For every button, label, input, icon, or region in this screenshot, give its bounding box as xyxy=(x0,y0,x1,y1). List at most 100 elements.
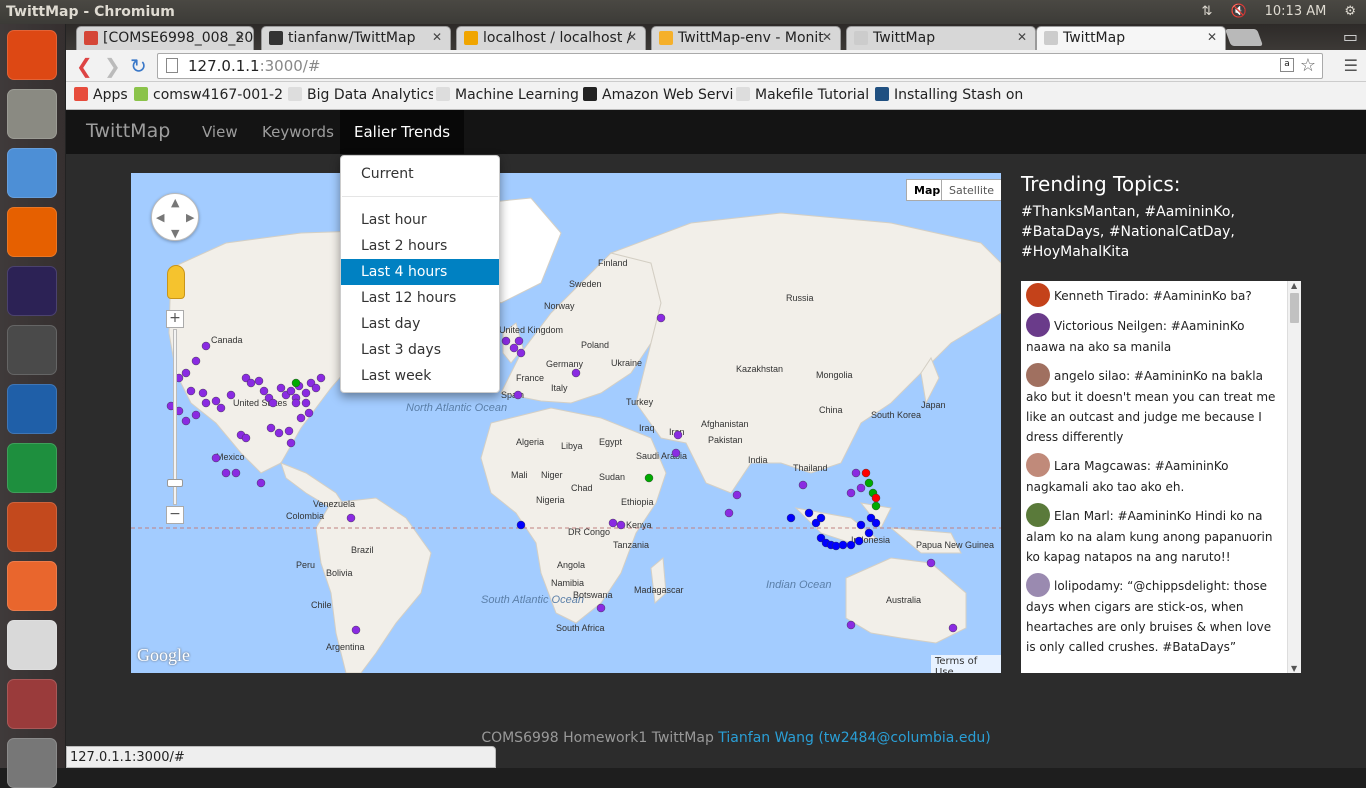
pan-right-icon[interactable]: ▶ xyxy=(186,211,194,224)
tweet-marker[interactable] xyxy=(644,473,654,483)
browser-tab[interactable]: tianfanw/TwittMap ✕ xyxy=(261,26,451,50)
tweet-marker[interactable] xyxy=(786,513,796,523)
tweet-marker[interactable] xyxy=(501,336,511,346)
tweet-marker[interactable] xyxy=(616,520,626,530)
tweet-marker[interactable] xyxy=(673,430,683,440)
tweet-marker[interactable] xyxy=(316,373,326,383)
tweet-marker[interactable] xyxy=(516,520,526,530)
settings-gear-icon[interactable]: ⚙ xyxy=(1344,4,1356,19)
browser-tab[interactable]: TwittMap-env - Monit ✕ xyxy=(651,26,841,50)
dropdown-item[interactable]: Last week xyxy=(341,363,499,389)
nav-view[interactable]: View xyxy=(202,123,238,141)
tweet-feed-scrollbar[interactable]: ▲ ▼ xyxy=(1287,281,1301,673)
zoom-in-button[interactable]: + xyxy=(166,310,184,328)
brand-link[interactable]: TwittMap xyxy=(86,120,170,142)
ubuntu-dash-icon[interactable] xyxy=(7,30,57,80)
tweet-marker[interactable] xyxy=(864,478,874,488)
tweet-marker[interactable] xyxy=(246,378,256,388)
tweet-marker[interactable] xyxy=(864,528,874,538)
bookmark-item[interactable]: Machine Learning xyxy=(436,87,581,103)
tweet-marker[interactable] xyxy=(221,468,231,478)
volume-icon[interactable]: 🔇 xyxy=(1230,4,1246,19)
nav-earlier-trends[interactable]: Ealier Trends xyxy=(340,110,465,154)
tweet-marker[interactable] xyxy=(211,396,221,406)
sublime-icon[interactable] xyxy=(7,325,57,375)
tweet-marker[interactable] xyxy=(254,376,264,386)
tab-close-icon[interactable]: ✕ xyxy=(822,30,832,44)
tweet-marker[interactable] xyxy=(871,501,881,511)
bookmark-item[interactable]: Makefile Tutorial xyxy=(736,87,872,103)
tweet-marker[interactable] xyxy=(181,368,191,378)
tweet-marker[interactable] xyxy=(301,388,311,398)
calc-icon[interactable] xyxy=(7,443,57,493)
tweet-marker[interactable] xyxy=(846,488,856,498)
dropdown-item[interactable]: Last 2 hours xyxy=(341,233,499,259)
dropdown-item-current[interactable]: Current xyxy=(341,161,499,187)
dropdown-item[interactable]: Last day xyxy=(341,311,499,337)
tab-close-icon[interactable]: ✕ xyxy=(432,30,442,44)
chrome-menu-icon[interactable]: ☰ xyxy=(1344,56,1358,75)
translate-icon[interactable]: a xyxy=(1280,58,1294,72)
tweet-marker[interactable] xyxy=(509,343,519,353)
tweet-marker[interactable] xyxy=(259,386,269,396)
tweet-marker[interactable] xyxy=(284,426,294,436)
dropdown-item[interactable]: Last hour xyxy=(341,207,499,233)
bookmark-item[interactable]: Apps xyxy=(74,87,134,103)
dropdown-item[interactable]: Last 3 days xyxy=(341,337,499,363)
tweet-marker[interactable] xyxy=(948,623,958,633)
new-tab-button[interactable] xyxy=(1224,29,1264,46)
tweet-marker[interactable] xyxy=(241,433,251,443)
pan-control[interactable]: ▲ ▼ ◀ ▶ xyxy=(151,193,199,241)
map-canvas[interactable]: Canada United States Mexico Venezuela Colomb… xyxy=(131,173,1001,673)
tweet-marker[interactable] xyxy=(211,453,221,463)
writer-icon[interactable] xyxy=(7,384,57,434)
tweet-marker[interactable] xyxy=(274,428,284,438)
trash-icon[interactable] xyxy=(7,738,57,788)
tab-close-icon[interactable]: ✕ xyxy=(1207,30,1217,44)
tweet-marker[interactable] xyxy=(201,341,211,351)
tweet-marker[interactable] xyxy=(268,398,278,408)
tab-close-icon[interactable]: ✕ xyxy=(1017,30,1027,44)
tweet-marker[interactable] xyxy=(231,468,241,478)
tweet-marker[interactable] xyxy=(516,348,526,358)
window-menu-icon[interactable]: ▭ xyxy=(1343,27,1358,46)
eclipse-icon[interactable] xyxy=(7,266,57,316)
pan-down-icon[interactable]: ▼ xyxy=(171,227,179,240)
reload-icon[interactable]: ↻ xyxy=(130,54,147,78)
tweet-marker[interactable] xyxy=(851,468,861,478)
scroll-thumb[interactable] xyxy=(1290,293,1299,323)
browser-tab[interactable]: localhost / localhost / ✕ xyxy=(456,26,646,50)
tweet-marker[interactable] xyxy=(286,438,296,448)
tweet-marker[interactable] xyxy=(732,490,742,500)
dropdown-item[interactable]: Last 4 hours xyxy=(341,259,499,285)
tweet-marker[interactable] xyxy=(871,493,881,503)
tweet-marker[interactable] xyxy=(926,558,936,568)
tweet-marker[interactable] xyxy=(671,448,681,458)
tweet-marker[interactable] xyxy=(226,390,236,400)
browser-tab[interactable]: [COMSE6998_008_20 ✕ xyxy=(76,26,254,50)
tweet-marker[interactable] xyxy=(201,398,211,408)
network-icon[interactable]: ⇅ xyxy=(1202,4,1213,19)
firefox-icon[interactable] xyxy=(7,207,57,257)
tweet-marker[interactable] xyxy=(311,383,321,393)
tweet-marker[interactable] xyxy=(856,520,866,530)
tweet-marker[interactable] xyxy=(256,478,266,488)
tweet-marker[interactable] xyxy=(871,518,881,528)
tweet-marker[interactable] xyxy=(266,423,276,433)
pan-up-icon[interactable]: ▲ xyxy=(171,196,179,209)
author-link[interactable]: Tianfan Wang (tw2484@columbia.edu) xyxy=(718,730,990,746)
browser-tab[interactable]: TwittMap ✕ xyxy=(1036,26,1226,50)
tweet-marker[interactable] xyxy=(286,386,296,396)
tab-close-icon[interactable]: ✕ xyxy=(627,30,637,44)
tweet-marker[interactable] xyxy=(514,336,524,346)
tweet-marker[interactable] xyxy=(181,416,191,426)
tweet-marker[interactable] xyxy=(831,541,841,551)
nav-keywords[interactable]: Keywords xyxy=(262,123,334,141)
terms-of-use-link[interactable]: Terms of Use xyxy=(931,655,1001,673)
tweet-marker[interactable] xyxy=(804,508,814,518)
tweet-marker[interactable] xyxy=(854,536,864,546)
amazon-icon[interactable] xyxy=(7,620,57,670)
forward-icon[interactable]: ❯ xyxy=(104,54,121,78)
tweet-marker[interactable] xyxy=(596,603,606,613)
scroll-up-icon[interactable]: ▲ xyxy=(1291,281,1297,290)
